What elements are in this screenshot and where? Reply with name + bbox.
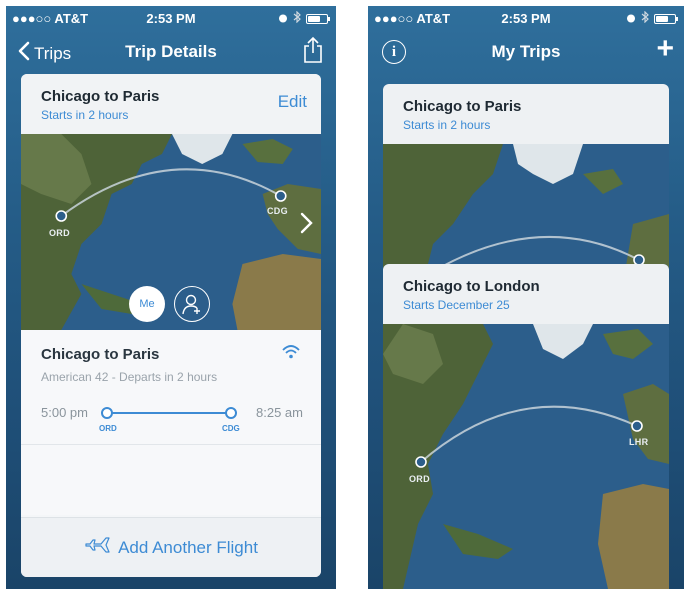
battery-icon <box>306 13 330 24</box>
add-flight-label: Add Another Flight <box>118 537 258 557</box>
trip-header: Chicago to Paris Starts in 2 hours Edit <box>21 74 321 134</box>
arrive-time: 8:25 am <box>256 405 303 420</box>
dest-map-label: CDG <box>267 206 288 216</box>
dest-map-label: LHR <box>629 437 649 447</box>
nav-bar: Trips Trip Details <box>6 30 336 74</box>
status-icons <box>626 10 678 26</box>
trip-title: Chicago to London <box>403 278 540 295</box>
route-map[interactable]: ORD CDG Me <box>21 134 321 330</box>
share-icon <box>302 36 324 68</box>
origin-dot <box>101 407 113 419</box>
wifi-icon <box>281 344 301 365</box>
trip-header: Chicago to Paris Starts in 2 hours <box>383 84 669 144</box>
dest-code: CDG <box>222 424 240 433</box>
bluetooth-icon <box>641 10 649 26</box>
status-bar: ●●●○○ AT&T 2:53 PM <box>368 6 684 30</box>
trip-card: Chicago to Paris Starts in 2 hours Edit … <box>21 74 321 577</box>
origin-map-label: ORD <box>49 228 70 238</box>
status-bar: ●●●○○ AT&T 2:53 PM <box>6 6 336 30</box>
nav-bar: i My Trips + <box>368 30 684 74</box>
nav-title: My Trips <box>491 42 561 61</box>
trip-title: Chicago to Paris <box>403 98 522 115</box>
nav-title: Trip Details <box>125 42 217 61</box>
trip-subtitle: Starts in 2 hours <box>403 118 491 132</box>
alarm-icon <box>626 11 636 26</box>
alarm-icon <box>278 11 288 26</box>
add-another-flight-button[interactable]: Add Another Flight <box>21 517 321 577</box>
flight-subtitle: American 42 - Departs in 2 hours <box>41 370 218 384</box>
trip-card[interactable]: ORD LHR Chicago to London Starts Decembe… <box>383 264 669 589</box>
flight-title: Chicago to Paris <box>41 346 160 363</box>
origin-map-label: ORD <box>409 474 430 484</box>
trip-details-screen: ●●●○○ AT&T 2:53 PM Trips Trip Details Ch… <box>6 6 336 589</box>
dest-dot <box>225 407 237 419</box>
trip-header: Chicago to London Starts December 25 <box>383 264 669 324</box>
traveler-me-avatar[interactable]: Me <box>129 286 165 322</box>
divider <box>21 444 321 445</box>
trip-title: Chicago to Paris <box>41 88 160 105</box>
battery-fill <box>656 15 668 22</box>
battery-icon <box>654 13 678 24</box>
depart-time: 5:00 pm <box>41 405 88 420</box>
plus-icon[interactable]: + <box>656 34 674 64</box>
battery-fill <box>308 15 320 22</box>
route-line <box>105 412 235 414</box>
add-traveler-button[interactable] <box>174 286 210 322</box>
edit-button[interactable]: Edit <box>278 92 307 112</box>
status-icons <box>278 10 330 26</box>
chevron-right-icon[interactable] <box>299 212 313 234</box>
trip-card[interactable]: Chicago to Paris Starts in 2 hours <box>383 84 669 284</box>
airplane-icon <box>84 534 110 561</box>
trip-subtitle: Starts December 25 <box>403 298 510 312</box>
my-trips-screen: ●●●○○ AT&T 2:53 PM i My Trips + Chicago … <box>368 6 684 589</box>
origin-code: ORD <box>99 424 117 433</box>
trip-subtitle: Starts in 2 hours <box>41 108 129 122</box>
add-person-icon <box>182 293 202 315</box>
bluetooth-icon <box>293 10 301 26</box>
flight-panel[interactable]: Chicago to Paris American 42 - Departs i… <box>21 330 321 515</box>
share-button[interactable] <box>302 36 324 69</box>
